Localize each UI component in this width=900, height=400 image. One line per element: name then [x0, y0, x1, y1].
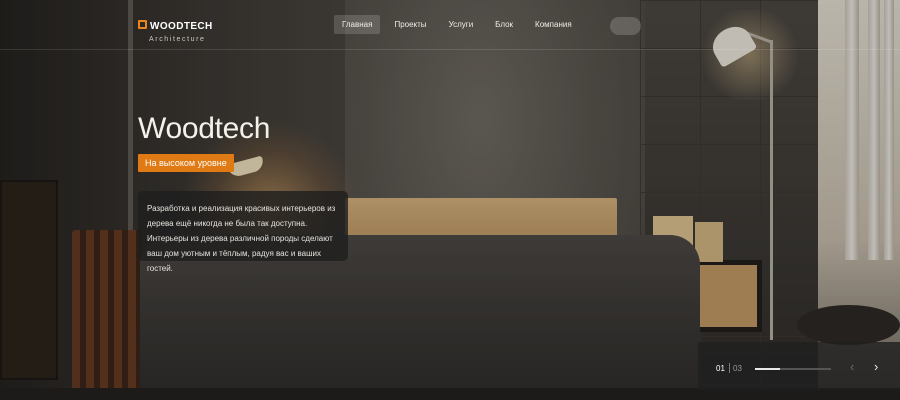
- hero-title: Woodtech: [138, 112, 271, 145]
- brand-name: WOODTECH: [150, 21, 213, 32]
- brand-logo[interactable]: WOODTECH Architecture: [138, 16, 213, 43]
- main-nav: Главная Проекты Услуги Блок Компания: [334, 15, 586, 34]
- chevron-right-icon[interactable]: ›: [874, 359, 878, 374]
- hero-badge: На высоком уровне: [138, 154, 234, 172]
- header-toggle-button[interactable]: [610, 17, 641, 35]
- hero-background-image: [0, 0, 900, 400]
- brand-subtitle: Architecture: [149, 36, 206, 43]
- hero-description-card: Разработка и реализация красивых интерье…: [138, 191, 348, 273]
- nav-item-company[interactable]: Компания: [527, 15, 580, 34]
- slide-counter-divider: [729, 363, 730, 373]
- slider-controls: 01 03 ‹ ›: [698, 342, 900, 390]
- slide-progress-fill: [755, 368, 781, 370]
- nav-item-services[interactable]: Услуги: [441, 15, 482, 34]
- nav-item-blog[interactable]: Блок: [487, 15, 521, 34]
- site-header: WOODTECH Architecture Главная Проекты Ус…: [0, 0, 900, 50]
- nav-item-projects[interactable]: Проекты: [386, 15, 434, 34]
- nav-item-home[interactable]: Главная: [334, 15, 381, 34]
- hero-description: Разработка и реализация красивых интерье…: [147, 204, 336, 273]
- chevron-left-icon[interactable]: ‹: [850, 359, 854, 374]
- logo-mark-icon: [138, 20, 147, 29]
- slide-progress-bar: [755, 368, 831, 370]
- slide-current-number: 01: [716, 364, 725, 373]
- slide-total-number: 03: [733, 364, 742, 373]
